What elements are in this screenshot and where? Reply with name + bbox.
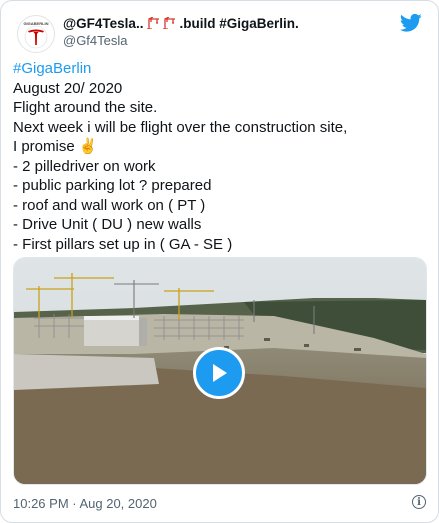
avatar-wordmark: GIGABERLIN bbox=[23, 21, 48, 26]
tweet-line: - Drive Unit ( DU ) new walls bbox=[13, 216, 202, 233]
tweet-footer: 10:26 PM · Aug 20, 2020 i bbox=[13, 493, 426, 513]
play-button[interactable] bbox=[193, 347, 245, 399]
display-name-suffix: .build #GigaBerlin. bbox=[179, 16, 299, 31]
tweet-line: Flight around the site. bbox=[13, 99, 158, 116]
construction-crane-icon bbox=[143, 16, 163, 31]
tweet-line: - public parking lot ? prepared bbox=[13, 177, 212, 194]
hashtag-link[interactable]: #GigaBerlin bbox=[13, 59, 428, 79]
display-name[interactable]: @GF4Tesla.. .build #GigaBerlin. bbox=[63, 16, 299, 31]
user-handle[interactable]: @Gf4Tesla bbox=[63, 33, 299, 48]
timestamp-link[interactable]: 10:26 PM · Aug 20, 2020 bbox=[13, 496, 157, 511]
video-thumbnail[interactable] bbox=[13, 257, 427, 485]
play-icon bbox=[213, 364, 227, 382]
avatar[interactable]: GIGABERLIN bbox=[17, 15, 55, 53]
tesla-logo-icon: GIGABERLIN bbox=[23, 21, 49, 49]
info-icon[interactable]: i bbox=[412, 495, 426, 509]
tweet-card: GIGABERLIN @GF4Tesla.. .build #GigaBerli… bbox=[0, 0, 439, 523]
tweet-line: - First pillars set up in ( GA - SE ) bbox=[13, 235, 233, 253]
tweet-line: I promise ✌️ bbox=[13, 138, 98, 155]
tweet-text: #GigaBerlin August 20/ 2020 Flight aroun… bbox=[13, 59, 428, 254]
tweet-line: - 2 pilledriver on work bbox=[13, 157, 156, 175]
tweet-line: August 20/ 2020 bbox=[13, 79, 123, 97]
tweet-line: - roof and wall work on ( PT ) bbox=[13, 196, 206, 214]
twitter-bird-icon[interactable] bbox=[399, 13, 422, 33]
author-names: @GF4Tesla.. .build #GigaBerlin. @Gf4Tesl… bbox=[63, 16, 299, 48]
construction-crane-icon bbox=[163, 16, 179, 31]
display-name-prefix: @GF4Tesla.. bbox=[63, 16, 144, 31]
tweet-line: Next week i will be flight over the cons… bbox=[13, 118, 348, 136]
tweet-header: GIGABERLIN @GF4Tesla.. .build #GigaBerli… bbox=[13, 13, 426, 53]
